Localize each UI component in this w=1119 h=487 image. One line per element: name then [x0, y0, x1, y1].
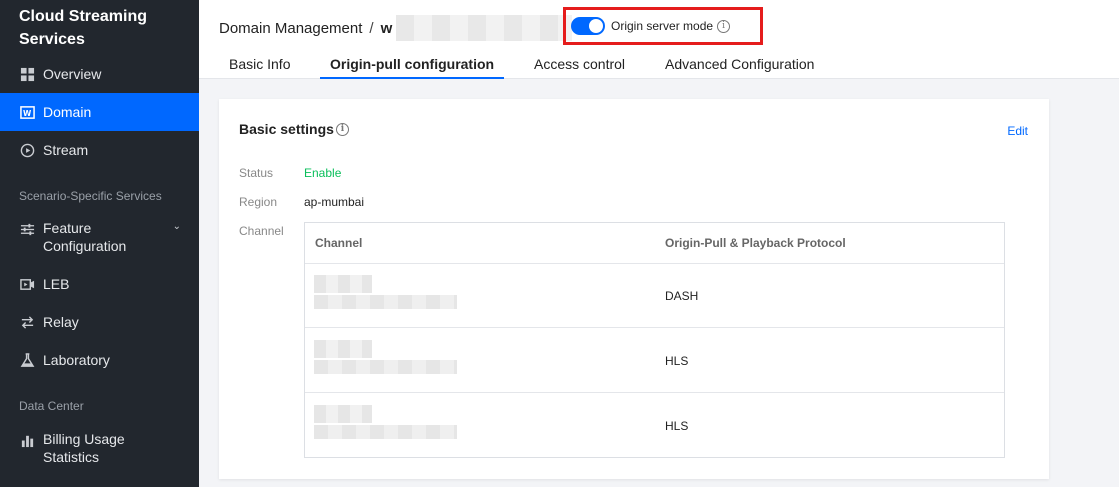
region-value: ap-mumbai	[304, 195, 365, 209]
channel-table: Channel Origin-Pull & Playback Protocol …	[304, 222, 1005, 458]
breadcrumb-separator: /	[369, 19, 374, 37]
bar-chart-icon	[19, 432, 35, 448]
edit-link[interactable]: Edit	[1007, 124, 1028, 138]
leb-icon	[19, 276, 35, 292]
status-label: Status	[239, 166, 274, 180]
tab-basic-info[interactable]: Basic Info	[229, 56, 290, 79]
tab-advanced-configuration[interactable]: Advanced Configuration	[665, 56, 814, 79]
grid-icon	[19, 66, 35, 82]
sidebar-item-feature-configuration[interactable]: Feature Configuration ⌄	[0, 215, 199, 261]
table-row: HLS	[305, 393, 1004, 458]
table-row: HLS	[305, 328, 1004, 393]
sidebar-item-label: Relay	[43, 314, 79, 330]
sidebar-item-leb[interactable]: LEB	[0, 265, 199, 303]
basic-settings-card: Basic settings i Edit Status Enable Regi…	[219, 99, 1049, 479]
section-title-data-center: Data Center	[19, 399, 84, 413]
origin-server-mode-toggle[interactable]	[571, 17, 605, 35]
protocol-cell: DASH	[665, 288, 699, 303]
brand-title: Cloud Streaming Services	[19, 8, 148, 48]
breadcrumb-domain: w	[380, 19, 393, 37]
breadcrumb: Domain Management / w	[219, 15, 573, 41]
card-title: Basic settings i	[239, 121, 349, 137]
sidebar-item-label: Domain	[43, 104, 92, 120]
svg-text:W: W	[23, 108, 32, 117]
origin-server-mode-label: Origin server mode	[611, 19, 714, 33]
sidebar: Cloud Streaming Services Overview W Doma…	[0, 0, 199, 487]
region-label: Region	[239, 195, 278, 209]
protocol-cell: HLS	[665, 353, 689, 368]
tab-bar: Basic Info Origin-pull configuration Acc…	[199, 48, 1119, 79]
tab-access-control[interactable]: Access control	[534, 56, 625, 79]
redacted-domain	[396, 15, 573, 41]
sidebar-item-label: Feature Configuration	[43, 220, 127, 254]
sidebar-item-label: LEB	[43, 276, 70, 292]
flask-icon	[19, 352, 35, 368]
sidebar-item-laboratory[interactable]: Laboratory	[0, 341, 199, 379]
sidebar-item-overview[interactable]: Overview	[0, 55, 199, 93]
sidebar-item-label: Stream	[43, 142, 89, 158]
tab-origin-pull-configuration[interactable]: Origin-pull configuration	[320, 56, 505, 79]
toggle-knob	[589, 19, 603, 33]
sidebar-item-billing-usage-statistics[interactable]: Billing Usage Statistics	[0, 426, 199, 472]
status-value: Enable	[304, 166, 342, 180]
sidebar-item-label: Overview	[43, 66, 102, 82]
origin-server-mode-highlight: Origin server mode i	[563, 7, 763, 45]
sidebar-item-domain[interactable]: W Domain	[0, 93, 199, 131]
card-title-text: Basic settings	[239, 121, 334, 137]
sidebar-item-label: Laboratory	[43, 352, 110, 368]
sidebar-item-relay[interactable]: Relay	[0, 303, 199, 341]
channel-label: Channel	[239, 224, 284, 238]
info-icon[interactable]: i	[335, 122, 349, 136]
relay-icon	[19, 314, 35, 330]
breadcrumb-root[interactable]: Domain Management	[219, 20, 362, 37]
redacted-channel	[314, 275, 457, 311]
sidebar-item-label: Billing Usage Statistics	[43, 431, 125, 465]
column-header-channel: Channel	[315, 236, 363, 250]
table-row: DASH	[305, 263, 1004, 328]
sidebar-item-stream[interactable]: Stream	[0, 131, 199, 169]
protocol-cell: HLS	[665, 418, 689, 433]
column-header-protocol: Origin-Pull & Playback Protocol	[665, 236, 846, 250]
stream-icon	[19, 142, 35, 158]
redacted-channel	[314, 340, 457, 376]
sliders-icon	[19, 221, 35, 237]
section-title-scenario: Scenario-Specific Services	[19, 189, 162, 203]
info-icon[interactable]: i	[717, 19, 731, 33]
redacted-channel	[314, 405, 457, 441]
domain-icon: W	[19, 104, 35, 120]
chevron-down-icon: ⌄	[172, 221, 181, 232]
